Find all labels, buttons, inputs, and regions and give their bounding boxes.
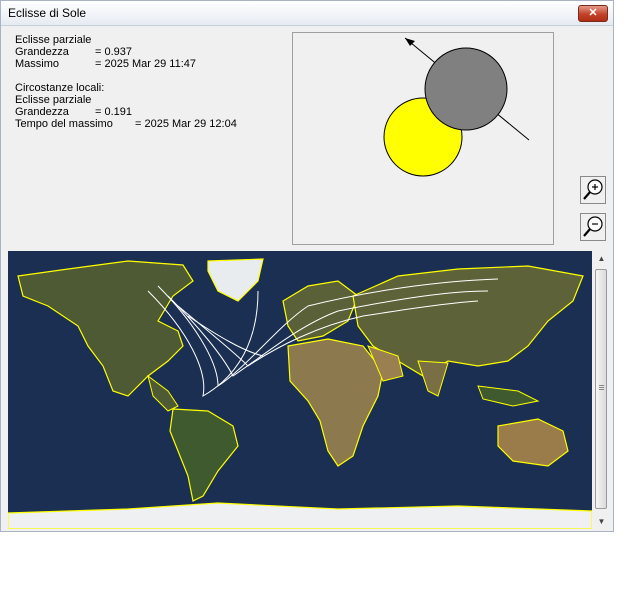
scroll-up-arrow[interactable]: ▲ xyxy=(594,251,609,266)
local-magnitude-label: Grandezza xyxy=(15,106,69,118)
scroll-grip-icon xyxy=(599,385,604,386)
zoom-in-button[interactable] xyxy=(580,176,606,204)
zoom-out-button[interactable] xyxy=(580,213,606,241)
moon-disc xyxy=(424,47,508,131)
eclipse-preview xyxy=(292,32,554,245)
zoom-out-icon xyxy=(583,216,603,237)
scroll-down-arrow[interactable]: ▼ xyxy=(594,514,609,529)
eclipse-info: Eclisse parziale Grandezza = 0.937 Massi… xyxy=(15,34,237,130)
local-max-time-label: Tempo del massimo xyxy=(15,118,113,130)
global-type: Eclisse parziale xyxy=(15,34,92,46)
local-type: Eclisse parziale xyxy=(15,94,92,106)
zoom-in-icon xyxy=(583,179,603,200)
local-heading: Circostanze locali: xyxy=(15,82,105,94)
world-map-canvas xyxy=(8,251,592,529)
title-bar: Eclisse di Sole ✕ xyxy=(1,1,613,26)
close-button[interactable]: ✕ xyxy=(578,5,608,22)
world-map[interactable] xyxy=(8,251,592,529)
global-maximum-label: Massimo xyxy=(15,58,60,70)
global-maximum-value: = 2025 Mar 29 11:47 xyxy=(95,58,197,70)
window-title: Eclisse di Sole xyxy=(8,6,87,20)
eclipse-diagram xyxy=(383,37,530,177)
global-magnitude-value: = 0.937 xyxy=(95,46,133,58)
scroll-thumb[interactable] xyxy=(595,269,607,509)
local-max-time-value: = 2025 Mar 29 12:04 xyxy=(135,118,237,130)
global-magnitude-label: Grandezza xyxy=(15,46,69,58)
map-vertical-scrollbar[interactable]: ▲ ▼ xyxy=(594,251,609,529)
local-magnitude-value: = 0.191 xyxy=(95,106,133,118)
